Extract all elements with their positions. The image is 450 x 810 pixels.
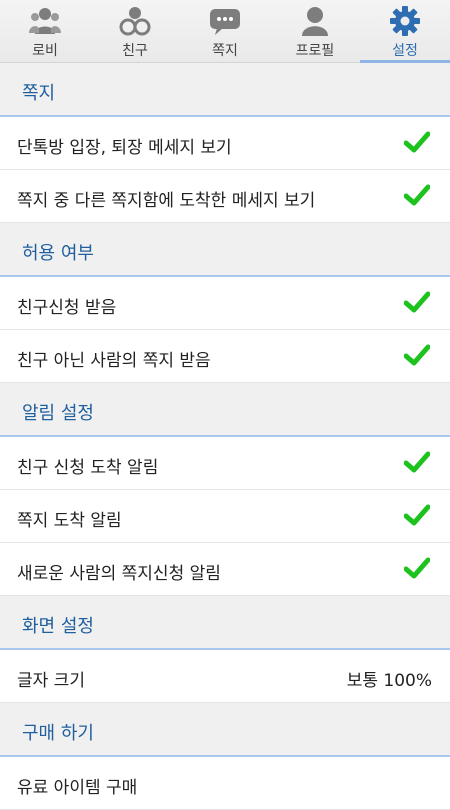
tab-label: 로비 bbox=[32, 43, 58, 59]
tab-friends[interactable]: 친구 bbox=[90, 0, 180, 62]
checkmark-icon bbox=[404, 131, 430, 153]
setting-label: 단톡방 입장, 퇴장 메세지 보기 bbox=[17, 138, 232, 158]
section-title: 알림 설정 bbox=[22, 403, 94, 424]
tab-profile[interactable]: 프로필 bbox=[270, 0, 360, 62]
section-title: 화면 설정 bbox=[22, 616, 94, 637]
section-title: 구매 하기 bbox=[22, 723, 94, 744]
checkmark-icon bbox=[404, 504, 430, 526]
setting-row-message-arrival-alert[interactable]: 쪽지 도착 알림 bbox=[0, 490, 450, 543]
tab-label: 설정 bbox=[392, 43, 418, 59]
setting-label: 글자 크기 bbox=[17, 671, 85, 691]
checkmark-icon bbox=[404, 451, 430, 473]
setting-row-new-person-message-alert[interactable]: 새로운 사람의 쪽지신청 알림 bbox=[0, 543, 450, 596]
setting-row-font-size[interactable]: 글자 크기 보통 100% bbox=[0, 650, 450, 703]
users-group-icon bbox=[29, 8, 61, 34]
tab-messages[interactable]: 쪽지 bbox=[180, 0, 270, 62]
setting-label: 친구 아닌 사람의 쪽지 받음 bbox=[17, 351, 211, 371]
profile-icon bbox=[302, 7, 328, 36]
setting-label: 친구 신청 도착 알림 bbox=[17, 458, 159, 478]
section-title: 쪽지 bbox=[22, 83, 56, 104]
setting-label: 쪽지 중 다른 쪽지함에 도착한 메세지 보기 bbox=[17, 191, 316, 211]
checkmark-icon bbox=[404, 344, 430, 366]
friends-icon bbox=[119, 7, 151, 36]
setting-row-accept-friend-requests[interactable]: 친구신청 받음 bbox=[0, 277, 450, 330]
setting-label: 쪽지 도착 알림 bbox=[17, 511, 122, 531]
section-header-notifications: 알림 설정 bbox=[0, 383, 450, 437]
section-header-messages: 쪽지 bbox=[0, 63, 450, 117]
gear-icon bbox=[390, 6, 420, 36]
section-title: 허용 여부 bbox=[22, 243, 94, 264]
setting-row-buy-paid-items[interactable]: 유료 아이템 구매 bbox=[0, 757, 450, 810]
top-tab-bar: 로비 친구 쪽지 프로필 설정 bbox=[0, 0, 450, 63]
section-header-display: 화면 설정 bbox=[0, 596, 450, 650]
tab-label: 프로필 bbox=[295, 43, 335, 59]
tab-lobby[interactable]: 로비 bbox=[0, 0, 90, 62]
setting-row-accept-non-friend-messages[interactable]: 친구 아닌 사람의 쪽지 받음 bbox=[0, 330, 450, 383]
setting-row-join-leave-messages[interactable]: 단톡방 입장, 퇴장 메세지 보기 bbox=[0, 117, 450, 170]
section-header-permissions: 허용 여부 bbox=[0, 223, 450, 277]
setting-label: 새로운 사람의 쪽지신청 알림 bbox=[17, 564, 221, 584]
font-size-value: 보통 100% bbox=[346, 671, 432, 691]
checkmark-icon bbox=[404, 557, 430, 579]
tab-settings[interactable]: 설정 bbox=[360, 0, 450, 63]
setting-row-friend-request-alert[interactable]: 친구 신청 도착 알림 bbox=[0, 437, 450, 490]
chat-bubble-icon bbox=[210, 9, 240, 35]
section-header-purchase: 구매 하기 bbox=[0, 703, 450, 757]
settings-list: 쪽지 단톡방 입장, 퇴장 메세지 보기 쪽지 중 다른 쪽지함에 도착한 메세… bbox=[0, 63, 450, 810]
tab-label: 쪽지 bbox=[212, 43, 238, 59]
checkmark-icon bbox=[404, 184, 430, 206]
setting-row-other-box-messages[interactable]: 쪽지 중 다른 쪽지함에 도착한 메세지 보기 bbox=[0, 170, 450, 223]
setting-label: 친구신청 받음 bbox=[17, 298, 117, 318]
checkmark-icon bbox=[404, 291, 430, 313]
tab-label: 친구 bbox=[122, 43, 148, 59]
setting-label: 유료 아이템 구매 bbox=[17, 778, 138, 798]
